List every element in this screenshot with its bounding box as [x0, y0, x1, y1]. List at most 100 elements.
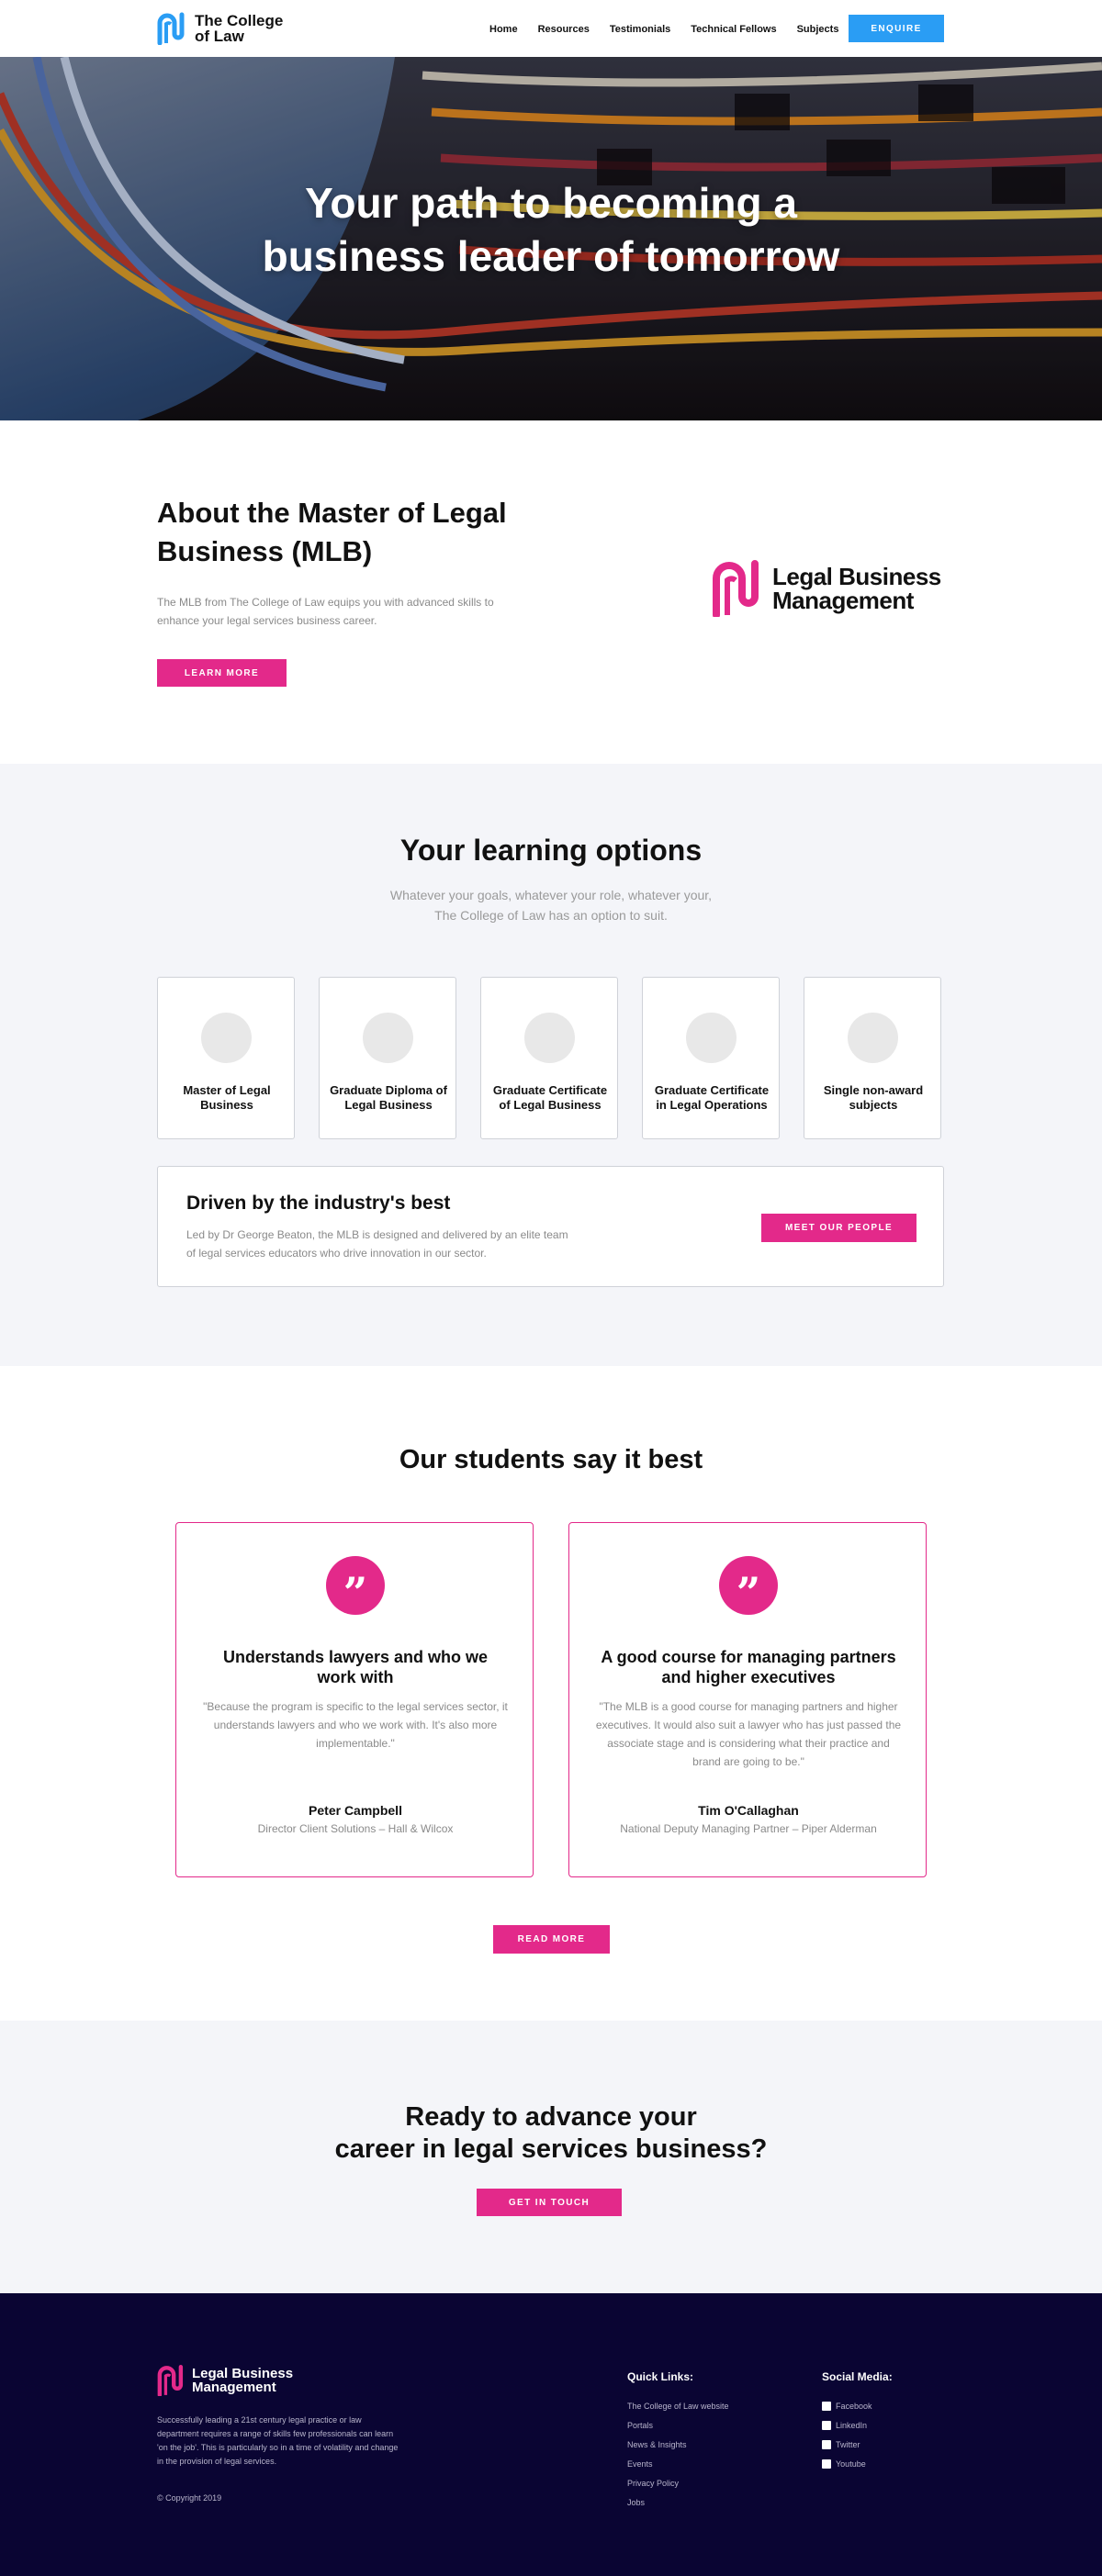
social-label: Facebook: [836, 2401, 872, 2411]
get-in-touch-button[interactable]: GET IN TOUCH: [477, 2189, 622, 2216]
social-label: Twitter: [836, 2439, 860, 2449]
read-more-button[interactable]: READ MORE: [493, 1925, 610, 1954]
linkedin-icon: [822, 2420, 831, 2430]
testimonial-quote: "Because the program is specific to the …: [203, 1700, 508, 1750]
card-label: Graduate Certificate in Legal Operations: [654, 1083, 770, 1112]
meet-our-people-button[interactable]: MEET OUR PEOPLE: [761, 1214, 916, 1242]
legal-business-management-logo: Legal Business Management: [712, 560, 941, 617]
main-nav: Home Resources Testimonials Technical Fe…: [489, 24, 859, 35]
testimonial-role: National Deputy Managing Partner – Piper…: [620, 1822, 877, 1835]
card-image-placeholder: [201, 1013, 252, 1063]
quick-links-list: The College of Law website Portals News …: [627, 2396, 729, 2512]
testimonial-role: Director Client Solutions – Hall & Wilco…: [257, 1822, 454, 1835]
quote-icon: ”: [326, 1556, 385, 1618]
hero-title-line2: business leader of tomorrow: [262, 232, 840, 280]
learning-subtitle: Whatever your goals, whatever your role,…: [0, 885, 1102, 925]
footer-link-college-website[interactable]: The College of Law website: [627, 2396, 729, 2415]
testimonials-title: Our students say it best: [399, 1445, 703, 1474]
card-image-placeholder: [686, 1013, 737, 1063]
testimonial-heading: A good course for managing partners and …: [601, 1648, 896, 1686]
logo-text-line2: of Law: [195, 28, 244, 45]
footer-logo-line1: Legal Business: [192, 2366, 294, 2381]
learning-card-single-subjects[interactable]: Single non-award subjects: [804, 977, 941, 1139]
card-label: Graduate Diploma of Legal Business: [330, 1083, 447, 1112]
nav-subjects[interactable]: Subjects: [797, 24, 839, 35]
learning-card-graduate-certificate[interactable]: Graduate Certificate of Legal Business: [480, 977, 618, 1139]
card-label: Single non-award subjects: [823, 1083, 924, 1112]
footer-logo[interactable]: Legal Business Management: [157, 2365, 293, 2396]
site-header: The College of Law Home Resources Testim…: [0, 0, 1102, 57]
learning-cards: Master of Legal Business Graduate Diplom…: [157, 977, 941, 1139]
card-image-placeholder: [363, 1013, 413, 1063]
footer-logo-line2: Management: [192, 2380, 276, 2395]
testimonial-card: ” Understands lawyers and who we work wi…: [175, 1522, 534, 1877]
hero-title-line1: Your path to becoming a: [305, 179, 797, 227]
college-logo-icon: [157, 12, 185, 45]
social-link-facebook[interactable]: Facebook: [822, 2396, 872, 2415]
quote-icon: ”: [719, 1556, 778, 1618]
lbm-logo-text: Legal Business Management: [772, 565, 941, 612]
learning-subtitle-line1: Whatever your goals, whatever your role,…: [389, 888, 713, 902]
logo-text: The College of Law: [195, 13, 283, 44]
learning-card-graduate-diploma[interactable]: Graduate Diploma of Legal Business: [319, 977, 456, 1139]
social-media-title: Social Media:: [822, 2370, 893, 2383]
lbm-logo-line1: Legal Business: [772, 563, 941, 590]
nav-resources[interactable]: Resources: [538, 24, 590, 35]
learning-title: Your learning options: [399, 834, 703, 867]
cta-title: Ready to advance your career in legal se…: [0, 2101, 1102, 2166]
testimonial-quote: "The MLB is a good course for managing p…: [595, 1700, 902, 1768]
site-footer: Legal Business Management Successfully l…: [0, 2293, 1102, 2576]
nav-home[interactable]: Home: [489, 24, 518, 35]
lbm-logo-line2: Management: [772, 587, 914, 614]
footer-link-jobs[interactable]: Jobs: [627, 2492, 729, 2512]
footer-link-privacy[interactable]: Privacy Policy: [627, 2473, 729, 2492]
learning-card-master[interactable]: Master of Legal Business: [157, 977, 295, 1139]
social-link-twitter[interactable]: Twitter: [822, 2435, 872, 2454]
footer-logo-icon: [157, 2365, 184, 2396]
social-link-youtube[interactable]: Youtube: [822, 2454, 872, 2473]
testimonial-heading: Understands lawyers and who we work with: [222, 1648, 489, 1686]
footer-link-portals[interactable]: Portals: [627, 2415, 729, 2435]
footer-link-events[interactable]: Events: [627, 2454, 729, 2473]
enquire-button[interactable]: ENQUIRE: [849, 15, 944, 42]
college-of-law-logo[interactable]: The College of Law: [157, 12, 283, 45]
card-label: Graduate Certificate of Legal Business: [492, 1083, 608, 1112]
learning-options-section: Your learning options Whatever your goal…: [0, 764, 1102, 1366]
learning-subtitle-line2: The College of Law has an option to suit…: [434, 908, 668, 923]
social-link-linkedin[interactable]: LinkedIn: [822, 2415, 872, 2435]
card-image-placeholder: [848, 1013, 898, 1063]
learn-more-button[interactable]: LEARN MORE: [157, 659, 287, 687]
footer-logo-text: Legal Business Management: [192, 2367, 293, 2394]
footer-description: Successfully leading a 21st century lega…: [157, 2415, 399, 2466]
cta-title-line2: career in legal services business?: [334, 2134, 768, 2164]
testimonials-section: Our students say it best ” Understands l…: [0, 1366, 1102, 2021]
nav-testimonials[interactable]: Testimonials: [610, 24, 670, 35]
testimonial-card: ” A good course for managing partners an…: [568, 1522, 927, 1877]
quick-links-title: Quick Links:: [627, 2370, 694, 2383]
youtube-icon: [822, 2458, 831, 2469]
cta-title-line1: Ready to advance your: [405, 2102, 697, 2132]
social-links-list: Facebook LinkedIn Twitter Youtube: [822, 2396, 872, 2473]
social-label: Youtube: [836, 2458, 866, 2469]
hero-title: Your path to becoming a business leader …: [0, 176, 1102, 283]
card-image-placeholder: [524, 1013, 575, 1063]
about-text: The MLB from The College of Law equips y…: [157, 596, 494, 627]
industry-title: Driven by the industry's best: [186, 1193, 451, 1214]
twitter-icon: [822, 2439, 831, 2449]
about-title: About the Master of Legal Business (MLB): [157, 497, 507, 567]
learning-card-legal-operations[interactable]: Graduate Certificate in Legal Operations: [642, 977, 780, 1139]
logo-text-line1: The College: [195, 12, 284, 29]
facebook-icon: [822, 2401, 831, 2411]
testimonial-name: Peter Campbell: [309, 1803, 402, 1818]
footer-link-news[interactable]: News & Insights: [627, 2435, 729, 2454]
cta-section: Ready to advance your career in legal se…: [0, 2021, 1102, 2293]
social-label: LinkedIn: [836, 2420, 868, 2430]
testimonial-name: Tim O'Callaghan: [698, 1803, 799, 1818]
hero-banner: Your path to becoming a business leader …: [0, 57, 1102, 420]
card-label: Master of Legal Business: [183, 1083, 271, 1112]
footer-copyright: © Copyright 2019: [157, 2493, 222, 2503]
industry-text: Led by Dr George Beaton, the MLB is desi…: [186, 1228, 568, 1260]
nav-technical-fellows[interactable]: Technical Fellows: [691, 24, 776, 35]
industry-best-panel: Driven by the industry's best Led by Dr …: [157, 1166, 944, 1287]
lbm-logo-icon: [713, 560, 759, 617]
